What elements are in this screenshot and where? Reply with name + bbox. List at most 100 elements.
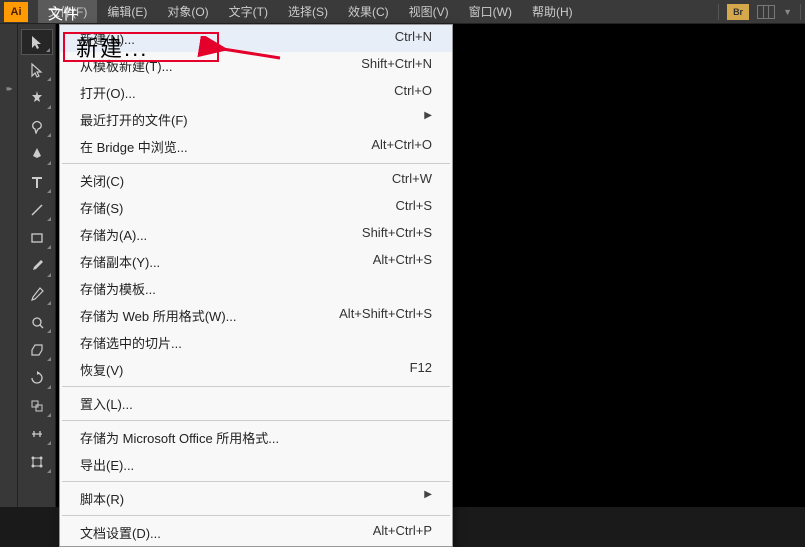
menu-window[interactable]: 窗口(W) [459, 0, 522, 23]
menu-separator [62, 163, 450, 164]
width-tool[interactable] [21, 421, 53, 447]
menu-item-label: 最近打开的文件(F) [80, 110, 188, 129]
menu-item-shortcut: Alt+Shift+Ctrl+S [339, 306, 432, 325]
menu-item-脚本r[interactable]: 脚本(R)▶ [60, 485, 452, 512]
direct-selection-tool[interactable] [21, 57, 53, 83]
menu-item-shortcut: Ctrl+S [396, 198, 432, 217]
menubar: Ai 文件(F) 编辑(E) 对象(O) 文字(T) 选择(S) 效果(C) 视… [0, 0, 805, 24]
menu-separator [62, 481, 450, 482]
menu-item-label: 存储为(A)... [80, 225, 147, 244]
type-tool[interactable] [21, 169, 53, 195]
free-transform-tool-icon [29, 454, 45, 470]
layout-switcher[interactable] [757, 5, 775, 19]
menu-edit[interactable]: 编辑(E) [97, 0, 157, 23]
lasso-tool-icon [29, 118, 45, 134]
tool-flyout-icon [47, 273, 51, 277]
menu-effect[interactable]: 效果(C) [338, 0, 399, 23]
eraser-tool-icon [29, 342, 45, 358]
toolbox [18, 24, 56, 507]
pencil-tool-icon [29, 286, 45, 302]
menu-item-在bridge中浏览[interactable]: 在 Bridge 中浏览...Alt+Ctrl+O [60, 133, 452, 160]
menu-item-导出e[interactable]: 导出(E)... [60, 451, 452, 478]
menu-item-存储副本y[interactable]: 存储副本(Y)...Alt+Ctrl+S [60, 248, 452, 275]
type-tool-icon [29, 174, 45, 190]
tool-flyout-icon [47, 385, 51, 389]
lasso-tool[interactable] [21, 113, 53, 139]
tool-flyout-icon [47, 441, 51, 445]
menu-item-新建n[interactable]: 新建(N)...Ctrl+N [60, 25, 452, 52]
blob-brush-tool[interactable] [21, 309, 53, 335]
left-collapse-panel[interactable]: ▸▸ [0, 24, 18, 507]
menu-item-shortcut: Ctrl+W [392, 171, 432, 190]
menu-item-存储s[interactable]: 存储(S) Ctrl+S [60, 194, 452, 221]
width-tool-icon [29, 426, 45, 442]
menu-item-label: 存储(S) [80, 198, 123, 217]
menu-view[interactable]: 视图(V) [399, 0, 459, 23]
selection-tool-icon [29, 34, 45, 50]
menu-item-存储选中的切片[interactable]: 存储选中的切片... [60, 329, 452, 356]
menu-type[interactable]: 文字(T) [219, 0, 278, 23]
menu-item-label: 在 Bridge 中浏览... [80, 137, 188, 156]
menu-item-置入l[interactable]: 置入(L)... [60, 390, 452, 417]
tool-flyout-icon [47, 105, 51, 109]
bridge-button[interactable]: Br [727, 4, 749, 20]
tool-flyout-icon [47, 301, 51, 305]
tool-flyout-icon [47, 469, 51, 473]
pencil-tool[interactable] [21, 281, 53, 307]
paintbrush-tool[interactable] [21, 253, 53, 279]
menu-separator [62, 420, 450, 421]
menu-item-恢复v[interactable]: 恢复(V)F12 [60, 356, 452, 383]
pen-tool-icon [29, 146, 45, 162]
selection-tool[interactable] [21, 29, 53, 55]
menu-item-从模板新建t[interactable]: 从模板新建(T)... Shift+Ctrl+N [60, 52, 452, 79]
menu-item-label: 新建(N)... [80, 29, 135, 48]
menu-item-shortcut: Shift+Ctrl+N [361, 56, 432, 75]
free-transform-tool[interactable] [21, 449, 53, 475]
menu-item-文档设置d[interactable]: 文档设置(D)... Alt+Ctrl+P [60, 519, 452, 546]
menu-item-label: 从模板新建(T)... [80, 56, 172, 75]
menu-item-label: 导出(E)... [80, 455, 134, 474]
tool-flyout-icon [47, 413, 51, 417]
menu-select[interactable]: 选择(S) [278, 0, 338, 23]
menu-item-label: 恢复(V) [80, 360, 123, 379]
tool-flyout-icon [47, 329, 51, 333]
dropdown-arrow-icon[interactable]: ▼ [783, 7, 792, 17]
menu-item-label: 文档设置(D)... [80, 523, 161, 542]
tool-flyout-icon [47, 77, 51, 81]
menu-item-shortcut: Alt+Ctrl+S [373, 252, 432, 271]
tool-flyout-icon [47, 217, 51, 221]
line-tool[interactable] [21, 197, 53, 223]
rectangle-tool-icon [29, 230, 45, 246]
tool-flyout-icon [47, 189, 51, 193]
submenu-arrow-icon: ▶ [424, 110, 432, 129]
pen-tool[interactable] [21, 141, 53, 167]
tool-flyout-icon [47, 133, 51, 137]
menu-object[interactable]: 对象(O) [157, 0, 218, 23]
menu-item-关闭c[interactable]: 关闭(C)Ctrl+W [60, 167, 452, 194]
menu-item-shortcut: Alt+Ctrl+P [373, 523, 432, 542]
menu-item-最近打开的文件f[interactable]: 最近打开的文件(F) ▶ [60, 106, 452, 133]
magic-wand-tool[interactable] [21, 85, 53, 111]
rotate-tool[interactable] [21, 365, 53, 391]
magic-wand-tool-icon [29, 90, 45, 106]
rectangle-tool[interactable] [21, 225, 53, 251]
tool-flyout-icon [47, 357, 51, 361]
menu-item-存储为模板[interactable]: 存储为模板... [60, 275, 452, 302]
menu-items: 文件(F) 编辑(E) 对象(O) 文字(T) 选择(S) 效果(C) 视图(V… [38, 0, 583, 23]
menu-item-label: 打开(O)... [80, 83, 136, 102]
menu-item-存储为a[interactable]: 存储为(A)...Shift+Ctrl+S [60, 221, 452, 248]
tool-flyout-icon [46, 48, 50, 52]
menu-item-label: 存储为 Web 所用格式(W)... [80, 306, 236, 325]
scale-tool[interactable] [21, 393, 53, 419]
menu-help[interactable]: 帮助(H) [522, 0, 583, 23]
menu-separator [62, 515, 450, 516]
divider [800, 4, 801, 20]
menu-item-label: 脚本(R) [80, 489, 124, 508]
menu-item-存储为web所用格式w[interactable]: 存储为 Web 所用格式(W)... Alt+Shift+Ctrl+S [60, 302, 452, 329]
blob-brush-tool-icon [29, 314, 45, 330]
menu-item-打开o[interactable]: 打开(O)...Ctrl+O [60, 79, 452, 106]
direct-selection-tool-icon [29, 62, 45, 78]
eraser-tool[interactable] [21, 337, 53, 363]
menu-item-存储为microsoftoffice所用格式[interactable]: 存储为 Microsoft Office 所用格式... [60, 424, 452, 451]
menu-file[interactable]: 文件(F) [38, 0, 97, 23]
